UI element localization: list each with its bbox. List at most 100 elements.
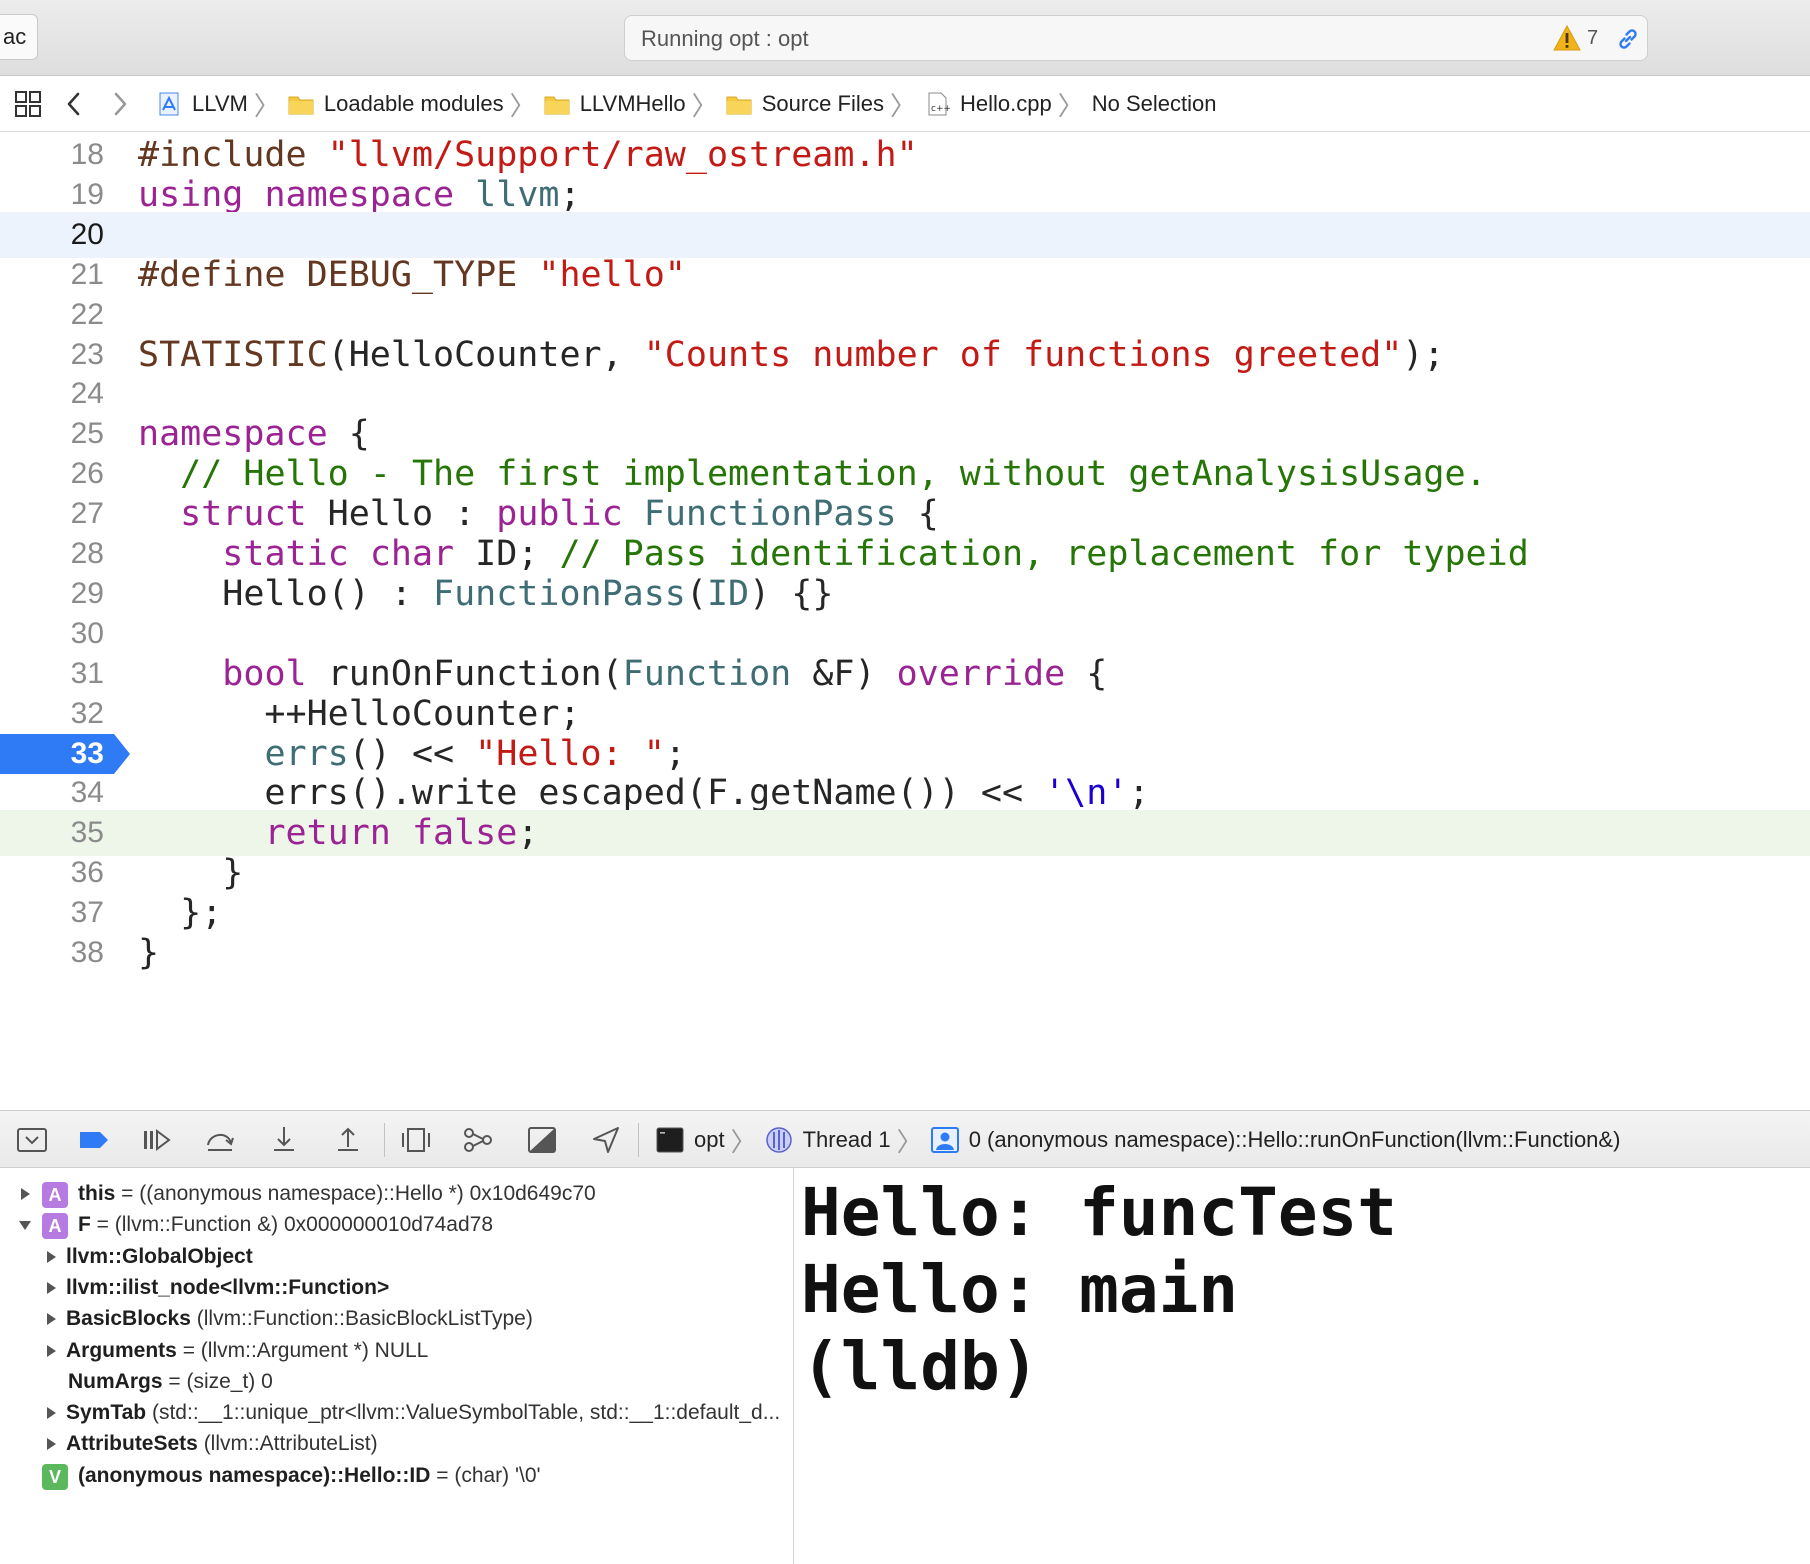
line-number[interactable]: 38 — [0, 930, 104, 976]
window-toolbar: ac Running opt : opt 7 — [0, 0, 1810, 76]
variable-name: F — [78, 1213, 91, 1236]
debug-thread-name[interactable]: Thread 1 — [803, 1127, 891, 1153]
breadcrumb: LLVM 〉 Loadable modules 〉 LLVMHello 〉 Source F… — [156, 76, 1216, 132]
disclosure-closed-icon[interactable] — [44, 1281, 58, 1295]
debug-bar: opt 〉 Thread 1 〉 0 (anonymous namespace)… — [0, 1110, 1810, 1168]
disclosure-closed-icon[interactable] — [44, 1437, 58, 1451]
variable-name: (anonymous namespace)::Hello::ID — [78, 1464, 431, 1487]
code-token: namespace — [264, 175, 455, 215]
code-token: false — [411, 813, 518, 853]
argument-badge-icon: A — [42, 1182, 68, 1208]
code-token: llvm — [475, 175, 560, 215]
folder-icon — [544, 96, 570, 115]
variable-name: AttributeSets — [66, 1432, 198, 1455]
code-token: Hello : — [306, 494, 497, 534]
code-token: char — [369, 534, 455, 574]
code-line[interactable]: 38} — [0, 930, 1810, 976]
code-token: }; — [138, 893, 223, 933]
disclosure-closed-icon[interactable] — [44, 1406, 58, 1420]
continue-icon[interactable] — [140, 1125, 172, 1155]
variable-value: (llvm::AttributeList) — [197, 1432, 378, 1455]
toolbar-divider — [384, 1123, 385, 1157]
variable-text: F = (llvm::Function &) 0x000000010d74ad7… — [78, 1207, 493, 1243]
code-token: static — [222, 534, 349, 574]
code-token: Function — [622, 654, 792, 694]
code-token: bool — [222, 654, 307, 694]
forward-chevron-icon[interactable] — [110, 90, 130, 118]
jump-bar: LLVM 〉 Loadable modules 〉 LLVMHello 〉 Source F… — [0, 76, 1810, 132]
hide-debug-area-icon[interactable] — [16, 1125, 48, 1155]
code-token: "hello" — [538, 255, 686, 295]
code-token: runOnFunction( — [306, 654, 623, 694]
code-token: (HelloCounter, — [327, 335, 644, 375]
disclosure-closed-icon[interactable] — [44, 1344, 58, 1358]
variable-name: this — [78, 1182, 116, 1205]
link-icon[interactable] — [1615, 26, 1641, 52]
disclosure-closed-icon[interactable] — [44, 1312, 58, 1326]
debug-view-hierarchy-icon[interactable] — [400, 1125, 432, 1155]
stack-frame-user-icon — [930, 1127, 959, 1153]
breadcrumb-item[interactable]: Source Files — [726, 91, 884, 117]
disclosure-closed-icon[interactable] — [18, 1187, 32, 1201]
breadcrumb-label: LLVMHello — [579, 91, 686, 116]
breadcrumb-separator: 〉 — [1057, 90, 1084, 121]
code-token: () << — [348, 734, 476, 774]
step-out-icon[interactable] — [332, 1125, 364, 1155]
warning-icon[interactable] — [1553, 25, 1581, 51]
source-editor[interactable]: 18 #include "llvm/Support/raw_ostream.h" 1… — [0, 132, 1810, 1110]
code-token: FunctionPass — [643, 494, 897, 534]
breadcrumb-item[interactable]: LLVM — [156, 91, 248, 117]
environment-overrides-icon[interactable] — [526, 1125, 558, 1155]
argument-badge-icon: A — [42, 1213, 68, 1239]
variables-view[interactable]: Athis = ((anonymous namespace)::Hello *)… — [0, 1168, 794, 1564]
breadcrumb-label: LLVM — [192, 91, 248, 116]
debug-stack-frame[interactable]: 0 (anonymous namespace)::Hello::runOnFun… — [969, 1127, 1621, 1153]
variable-row[interactable]: A F = (llvm::Function &) 0x000000010d74ad… — [0, 1207, 793, 1243]
step-over-icon[interactable] — [204, 1125, 236, 1155]
variable-text: AttributeSets (llvm::AttributeList) — [66, 1426, 378, 1462]
memory-graph-icon[interactable] — [462, 1125, 494, 1155]
breadcrumb-item[interactable]: LLVMHello — [544, 91, 686, 117]
variable-value: = (size_t) 0 — [162, 1370, 273, 1393]
variable-value: (llvm::Function::BasicBlockListType) — [190, 1307, 533, 1330]
step-into-icon[interactable] — [268, 1125, 300, 1155]
breadcrumb-separator: 〉 — [896, 1126, 923, 1157]
disclosure-closed-icon[interactable] — [44, 1250, 58, 1264]
code-token: struct — [180, 494, 307, 534]
lldb-console[interactable]: Hello: funcTest Hello: main (lldb) — [795, 1168, 1810, 1564]
warning-count[interactable]: 7 — [1587, 27, 1598, 50]
code-token: ID — [706, 574, 750, 614]
debug-process-name[interactable]: opt — [694, 1127, 725, 1153]
variable-row[interactable]: BasicBlocks (llvm::Function::BasicBlockL… — [0, 1301, 793, 1337]
variable-name: BasicBlocks — [66, 1307, 191, 1330]
code-token: ; — [664, 734, 686, 774]
code-token: errs — [264, 734, 349, 774]
breadcrumb-label: No Selection — [1091, 91, 1217, 116]
breadcrumb-item[interactable]: Loadable modules — [288, 91, 504, 117]
code-token: public — [496, 494, 623, 534]
scheme-button[interactable]: ac — [0, 14, 38, 60]
console-line: (lldb) — [801, 1328, 1040, 1405]
breadcrumb-item[interactable]: c++ Hello.cpp — [924, 91, 1052, 117]
thread-icon — [765, 1127, 792, 1153]
variable-row[interactable]: V (anonymous namespace)::Hello::ID = (cha… — [0, 1458, 793, 1494]
cpp-file-icon: c++ — [928, 92, 950, 116]
disclosure-open-icon[interactable] — [18, 1218, 32, 1232]
back-chevron-icon[interactable] — [64, 90, 84, 118]
breakpoints-toggle-icon[interactable] — [78, 1125, 110, 1155]
console-line: Hello: funcTest — [801, 1174, 1398, 1251]
breadcrumb-separator: 〉 — [691, 90, 718, 121]
variable-text: BasicBlocks (llvm::Function::BasicBlockL… — [66, 1301, 533, 1337]
breadcrumb-item[interactable]: No Selection — [1092, 91, 1217, 117]
related-items-grid-icon[interactable] — [14, 90, 42, 118]
xcode-project-icon — [159, 92, 179, 116]
code-token: return — [264, 813, 391, 853]
variable-row[interactable]: AttributeSets (llvm::AttributeList) — [0, 1426, 793, 1462]
code-text: } — [138, 930, 159, 976]
simulate-location-icon[interactable] — [590, 1125, 622, 1155]
code-token: ; — [517, 813, 539, 853]
